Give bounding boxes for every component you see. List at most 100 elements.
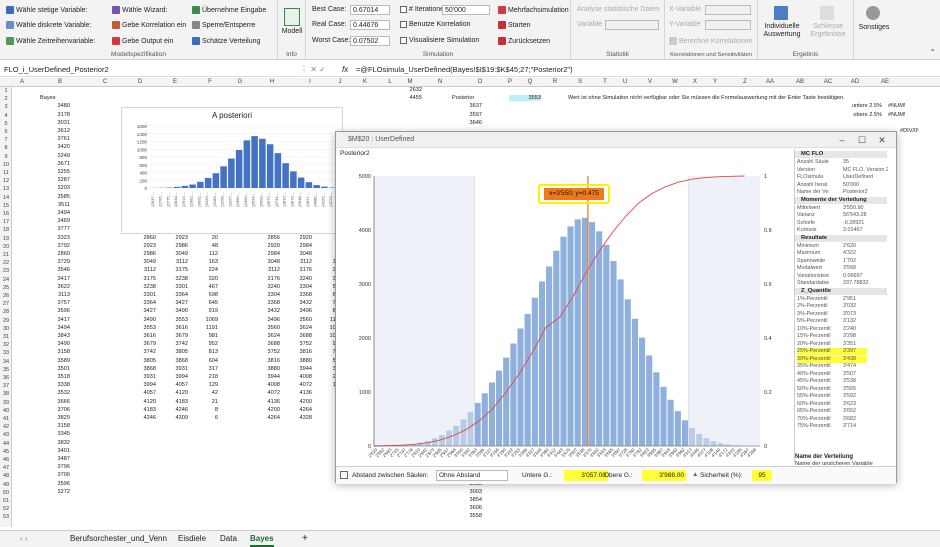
cell-b[interactable]: 3761 [40,136,70,142]
row-header-8[interactable]: 8 [0,145,12,151]
cell-o-bottom[interactable]: 3854 [452,497,482,503]
row-header-41[interactable]: 41 [0,416,12,422]
cell-b[interactable]: 3494 [40,325,70,331]
row-header-1[interactable]: 1 [0,88,12,94]
cell-b[interactable]: 3345 [40,431,70,437]
row-header-23[interactable]: 23 [0,268,12,274]
histogram-bar[interactable] [567,226,575,447]
small-bar[interactable] [266,144,274,188]
iterations-checkbox[interactable] [400,6,407,13]
cell-g[interactable]: 2986 [158,243,188,249]
column-header-U[interactable]: U [615,78,635,87]
row-header-49[interactable]: 49 [0,482,12,488]
cell-j[interactable]: 3560 [250,325,280,331]
cell-o[interactable]: 3637 [452,103,482,109]
cell-j[interactable]: 3496 [250,317,280,323]
row-header-12[interactable]: 12 [0,178,12,184]
row-header-27[interactable]: 27 [0,301,12,307]
column-header-Q[interactable]: Q [520,78,540,87]
cell-j[interactable]: 3048 [250,259,280,265]
row-header-7[interactable]: 7 [0,137,12,143]
cell-h[interactable]: 218 [188,374,218,380]
cell-f[interactable]: 4120 [126,399,156,405]
histogram-bar[interactable] [710,440,718,447]
cell-h[interactable]: 317 [188,366,218,372]
row-header-39[interactable]: 39 [0,400,12,406]
cell-message[interactable]: Wert ist ohne Simulation nicht verfügbar… [568,95,845,101]
row-header-30[interactable]: 30 [0,326,12,332]
cell-g[interactable]: 3049 [158,251,188,257]
cell-g[interactable]: 3679 [158,333,188,339]
lower-bound-field[interactable]: 3'057.00 [564,470,608,481]
cell-k[interactable]: 4200 [282,399,312,405]
small-bar[interactable] [313,185,320,188]
row-header-9[interactable]: 9 [0,154,12,160]
histogram-bar[interactable] [474,402,482,447]
cell-untere[interactable]: untere 2.5% [842,103,882,109]
column-header-AD[interactable]: AD [845,78,865,87]
cell-g[interactable]: 3112 [158,259,188,265]
cell-f[interactable]: 3616 [126,333,156,339]
histogram-bar[interactable] [660,386,667,447]
choose-continuous-variable-button[interactable]: Wähle stetige Variable: [6,6,87,14]
histogram-bar[interactable] [674,410,682,447]
histogram-bar[interactable] [667,399,675,447]
row-header-17[interactable]: 17 [0,219,12,225]
cell-f[interactable]: 4246 [126,415,156,421]
tab-berufsorchester[interactable]: Berufsorchester_und_Venn [70,533,167,545]
cell-g[interactable]: 3301 [158,284,188,290]
cell-b[interactable]: 3420 [40,144,70,150]
small-bar[interactable] [204,177,212,188]
cell-num1[interactable]: #NUM! [888,103,916,109]
model-button-label[interactable]: Modell [278,28,306,35]
cell-b[interactable]: 3401 [40,448,70,454]
best-case-field[interactable]: 0.67014 [350,5,390,15]
cell-k[interactable]: 3304 [282,284,312,290]
row-header-37[interactable]: 37 [0,383,12,389]
cell-j[interactable]: 3624 [250,333,280,339]
row-header-45[interactable]: 45 [0,449,12,455]
use-correlation-checkbox[interactable] [400,21,407,28]
cell-f[interactable]: 3994 [126,382,156,388]
cell-b[interactable]: 3511 [40,202,70,208]
pane-section-header[interactable]: Momente der Verteilung [795,196,887,204]
small-bar[interactable] [235,150,243,188]
histogram-bar[interactable] [624,298,632,447]
cell-b[interactable]: 3589 [40,358,70,364]
cell-h[interactable]: 604 [188,358,218,364]
histogram-bar[interactable] [681,419,689,447]
cell-num2[interactable]: #NUM! [888,112,916,118]
use-correlation-option[interactable]: Benutze Korrelation [400,21,470,28]
row-header-48[interactable]: 48 [0,473,12,479]
cell-b[interactable]: 3706 [40,407,70,413]
close-results-button[interactable]: Schliesse Ergebnisse [806,23,850,39]
tab-data[interactable]: Data [220,533,237,545]
cell-f[interactable]: 3175 [126,276,156,282]
cell-b[interactable]: 3532 [40,390,70,396]
cell-h[interactable]: 813 [188,349,218,355]
row-header-18[interactable]: 18 [0,227,12,233]
minimize-icon[interactable]: – [832,132,852,148]
row-header-25[interactable]: 25 [0,285,12,291]
cell-b[interactable]: 3518 [40,374,70,380]
histogram-bar[interactable] [531,297,539,447]
cell-g[interactable]: 3742 [158,341,188,347]
histogram-bar[interactable] [559,236,567,447]
cell-k[interactable]: 3432 [282,300,312,306]
multi-simulation-button[interactable]: Mehrfachsimulation [498,6,569,14]
cell-j[interactable]: 3112 [250,267,280,273]
column-header-O[interactable]: O [470,78,490,87]
column-header-Z[interactable]: Z [735,78,755,87]
cell-o-bottom[interactable]: 3606 [452,505,482,511]
histogram-bar[interactable] [509,343,517,447]
small-bar[interactable] [181,185,189,188]
choose-timeseries-variable-button[interactable]: Wähle Zeitreihenvariable: [6,37,95,45]
add-sheet-button[interactable]: + [302,533,308,545]
cell-h[interactable]: 1191 [188,325,218,331]
small-bar[interactable] [321,186,328,188]
cell-b[interactable]: 3796 [40,464,70,470]
cell-k[interactable]: 3944 [282,366,312,372]
column-header-S[interactable]: S [570,78,590,87]
cell-b[interactable]: 3792 [40,243,70,249]
histogram-bar[interactable] [638,337,646,447]
